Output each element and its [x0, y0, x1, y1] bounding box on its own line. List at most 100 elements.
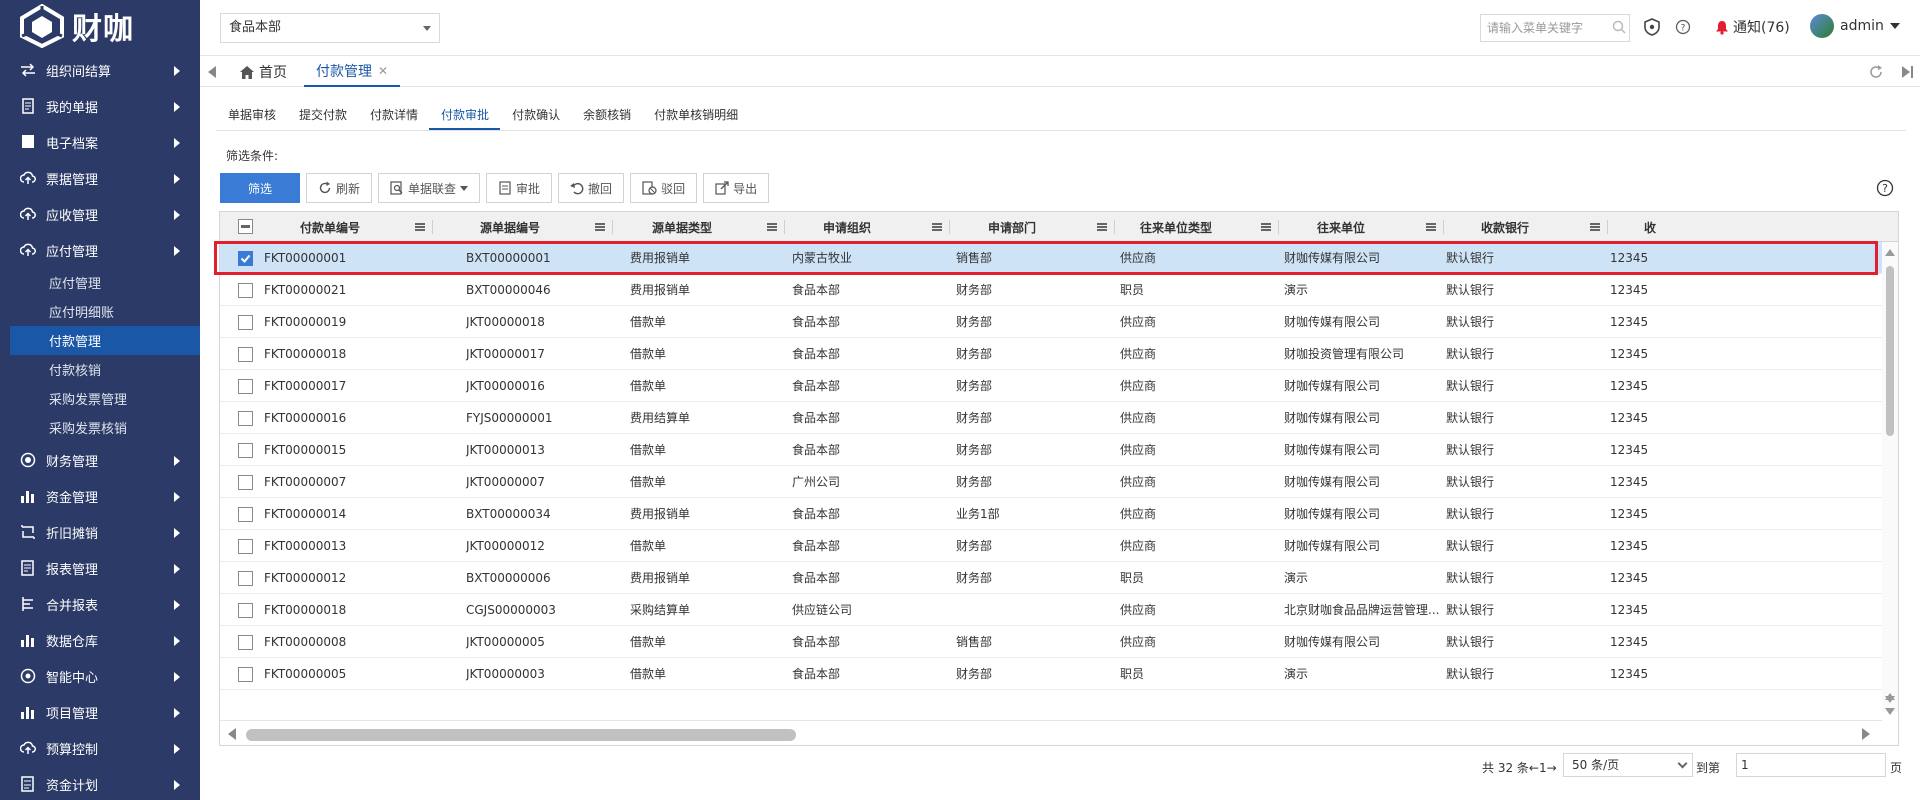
sidebar-menu-menus-3[interactable]: 票据管理 [0, 160, 200, 196]
column-header-4[interactable]: 申请部门 [932, 212, 1092, 242]
reject-button[interactable]: 驳回 [630, 173, 698, 203]
table-row[interactable]: FKT00000016 FYJS00000001 费用结算单 食品本部 财务部 供应商 财咖… [220, 402, 1898, 434]
row-checkbox[interactable] [238, 315, 253, 330]
table-row[interactable]: FKT00000007 JKT00000007 借款单 广州公司 财务部 供应商 财咖传媒有… [220, 466, 1898, 498]
scroll-right-icon[interactable] [1860, 727, 1872, 741]
table-row[interactable]: FKT00000005 JKT00000003 借款单 食品本部 财务部 职员 演示 默认银行… [220, 658, 1898, 690]
row-checkbox[interactable] [238, 635, 253, 650]
export-button[interactable]: 导出 [703, 173, 770, 203]
table-row[interactable]: FKT00000018 CGJS00000003 采购结算单 供应链公司 供应商 北京财咖… [220, 594, 1898, 626]
row-checkbox[interactable] [238, 603, 253, 618]
sidebar-menu-menus-1[interactable]: 我的单据 [0, 88, 200, 124]
table-row[interactable]: FKT00000001 BXT00000001 费用报销单 内蒙古牧业 销售部 供应商 财咖… [220, 242, 1898, 274]
tabs-scroll-right-icon[interactable] [1900, 65, 1914, 79]
sidebar-subitem-1[interactable]: 应付明细账 [0, 297, 200, 326]
sidebar-menu-menus2-1[interactable]: 资金管理 [0, 478, 200, 514]
close-icon[interactable]: ✕ [378, 64, 388, 78]
subtab-4[interactable]: 付款确认 [500, 100, 571, 130]
revoke-button[interactable]: 撤回 [558, 173, 625, 203]
sidebar-menu-menus2-3[interactable]: 报表管理 [0, 550, 200, 586]
sidebar-subitem-5[interactable]: 采购发票核销 [0, 413, 200, 442]
row-checkbox[interactable] [238, 347, 253, 362]
horizontal-scrollbar[interactable] [220, 720, 1882, 744]
sidebar-menu-menus2-6[interactable]: 智能中心 [0, 658, 200, 694]
approve-button[interactable]: 审批 [486, 173, 553, 203]
sidebar-menu-menus-2[interactable]: 电子档案 [0, 124, 200, 160]
sidebar-menu-menus2-8[interactable]: 预算控制 [0, 730, 200, 766]
sidebar-menu-menus-0[interactable]: 组织间结算 [0, 52, 200, 88]
row-checkbox[interactable] [238, 507, 253, 522]
tab-payment-management[interactable]: 付款管理 ✕ [304, 57, 401, 87]
horizontal-scroll-thumb[interactable] [246, 729, 796, 741]
linked-query-button[interactable]: 单据联查 [378, 173, 481, 203]
page-size-select[interactable]: 50 条/页 [1563, 753, 1693, 777]
column-header-8[interactable]: 收 [1570, 212, 1730, 242]
scroll-down-icon[interactable] [1882, 706, 1898, 718]
subtab-6[interactable]: 付款单核销明细 [642, 100, 749, 130]
sidebar-subitem-4[interactable]: 采购发票管理 [0, 384, 200, 413]
row-checkbox[interactable] [238, 571, 253, 586]
subtab-0[interactable]: 单据审核 [216, 100, 287, 130]
sidebar-subitem-2[interactable]: 付款管理 [10, 326, 200, 355]
table-row[interactable]: FKT00000008 JKT00000005 借款单 食品本部 销售部 供应商 财咖传媒有… [220, 626, 1898, 658]
table-row[interactable]: FKT00000018 JKT00000017 借款单 食品本部 财务部 供应商 财咖投资管… [220, 338, 1898, 370]
sidebar-menu-menus-5[interactable]: 应付管理 [0, 232, 200, 268]
goto-page-input[interactable]: 1 [1736, 753, 1886, 777]
search-icon[interactable] [1612, 20, 1626, 34]
sidebar-menu-menus-4[interactable]: 应收管理 [0, 196, 200, 232]
table-row[interactable]: FKT00000019 JKT00000018 借款单 食品本部 财务部 供应商 财咖传媒有… [220, 306, 1898, 338]
subtab-1[interactable]: 提交付款 [287, 100, 358, 130]
row-checkbox[interactable] [238, 379, 253, 394]
row-checkbox[interactable] [238, 667, 253, 682]
sidebar-menu-menus2-5[interactable]: 数据仓库 [0, 622, 200, 658]
scroll-up-icon[interactable] [1882, 690, 1898, 702]
scroll-up-icon[interactable] [1882, 246, 1898, 258]
menu-search-input[interactable]: 请输入菜单关键字 [1480, 14, 1630, 42]
tab-home[interactable]: 首页 [240, 62, 287, 82]
notification-button[interactable]: 通知(76) [1715, 17, 1790, 37]
org-select[interactable]: 食品本部 [220, 13, 440, 43]
help-icon[interactable]: ? [1675, 19, 1691, 35]
column-header-7[interactable]: 收款银行 [1425, 212, 1585, 242]
row-checkbox[interactable] [238, 475, 253, 490]
table-row[interactable]: FKT00000013 JKT00000012 借款单 食品本部 财务部 供应商 财咖传媒有… [220, 530, 1898, 562]
refresh-icon[interactable] [1868, 64, 1884, 80]
refresh-button[interactable]: 刷新 [306, 173, 373, 203]
user-menu[interactable]: admin [1810, 14, 1900, 38]
table-row[interactable]: FKT00000015 JKT00000013 借款单 食品本部 财务部 供应商 财咖传媒有… [220, 434, 1898, 466]
column-header-0[interactable]: 付款单编号 [250, 212, 410, 242]
vertical-scrollbar[interactable] [1882, 242, 1898, 712]
table-row[interactable]: FKT00000021 BXT00000046 费用报销单 食品本部 财务部 职员 演示 默认… [220, 274, 1898, 306]
table-row[interactable]: FKT00000017 JKT00000016 借款单 食品本部 财务部 供应商 财咖传媒有… [220, 370, 1898, 402]
row-checkbox[interactable] [238, 251, 253, 266]
sidebar-menu-menus2-0[interactable]: 财务管理 [0, 442, 200, 478]
subtab-2[interactable]: 付款详情 [358, 100, 429, 130]
row-checkbox[interactable] [238, 411, 253, 426]
sidebar-menu-menus2-2[interactable]: 折旧摊销 [0, 514, 200, 550]
sidebar-subitem-3[interactable]: 付款核销 [0, 355, 200, 384]
table-row[interactable]: FKT00000014 BXT00000034 费用报销单 食品本部 业务1部 供应商 财咖… [220, 498, 1898, 530]
vertical-scroll-thumb[interactable] [1886, 266, 1894, 436]
column-menu-icon[interactable] [415, 223, 425, 231]
filter-button[interactable]: 筛选 [220, 173, 300, 203]
sidebar-menu-menus2-9[interactable]: 资金计划 [0, 766, 200, 800]
table-row[interactable]: FKT00000012 BXT00000006 费用报销单 食品本部 财务部 职员 演示 默认… [220, 562, 1898, 594]
column-header-6[interactable]: 往来单位 [1261, 212, 1421, 242]
subtab-3[interactable]: 付款审批 [429, 100, 501, 130]
column-header-5[interactable]: 往来单位类型 [1096, 212, 1256, 242]
sidebar-menu-menus2-7[interactable]: 项目管理 [0, 694, 200, 730]
column-header-2[interactable]: 源单据类型 [602, 212, 762, 242]
column-header-1[interactable]: 源单据编号 [430, 212, 590, 242]
column-header-3[interactable]: 申请组织 [767, 212, 927, 242]
sidebar-menu-menus2-4[interactable]: 合并报表 [0, 586, 200, 622]
sidebar-subitem-0[interactable]: 应付管理 [0, 268, 200, 297]
row-checkbox[interactable] [238, 443, 253, 458]
help-icon[interactable]: ? [1876, 179, 1894, 197]
pager-total[interactable]: 共 32 条←1→ [1482, 759, 1557, 776]
scroll-left-icon[interactable] [226, 727, 238, 741]
subtab-5[interactable]: 余额核销 [571, 100, 642, 130]
shield-icon[interactable] [1644, 18, 1660, 36]
tabs-scroll-left-icon[interactable] [208, 66, 216, 78]
row-checkbox[interactable] [238, 539, 253, 554]
row-checkbox[interactable] [238, 283, 253, 298]
